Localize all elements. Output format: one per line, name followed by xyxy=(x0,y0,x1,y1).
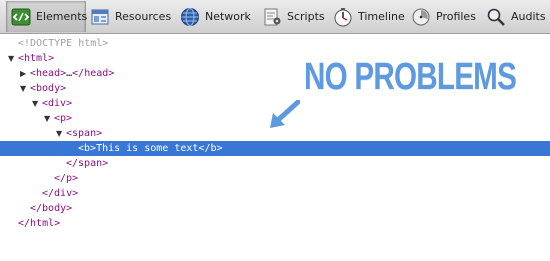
p-open-tag: <p> xyxy=(54,113,73,124)
tab-label: Profiles xyxy=(436,10,476,23)
b-text: This is some text xyxy=(96,143,199,154)
head-close-tag: </head> xyxy=(72,68,115,79)
tab-network[interactable]: Network xyxy=(180,1,254,32)
resources-icon xyxy=(91,9,109,24)
audits-icon xyxy=(487,8,505,26)
annotation-arrow-icon xyxy=(270,100,300,128)
collapsed-triangle-icon[interactable]: ▶ xyxy=(20,66,30,81)
body-close-tag: </body> xyxy=(30,203,73,214)
expanded-triangle-icon[interactable]: ▼ xyxy=(8,51,18,66)
tab-label: Elements xyxy=(36,10,88,23)
div-open-tag: <div> xyxy=(42,98,73,109)
tree-row-html-close[interactable]: </html> xyxy=(0,216,550,231)
p-close-tag: </p> xyxy=(54,173,79,184)
tab-label: Network xyxy=(205,10,251,23)
tree-row-div-close[interactable]: </div> xyxy=(0,186,550,201)
expanded-triangle-icon[interactable]: ▼ xyxy=(56,126,66,141)
tab-label: Resources xyxy=(115,10,172,23)
profiles-icon xyxy=(412,8,430,25)
elements-icon xyxy=(11,8,31,25)
html-close-tag: </html> xyxy=(18,218,61,229)
tab-resources[interactable]: Resources xyxy=(90,1,176,32)
tab-timeline[interactable]: Timeline xyxy=(333,1,405,32)
html-open-tag: <html> xyxy=(18,53,55,64)
div-close-tag: </div> xyxy=(42,188,79,199)
tab-profiles[interactable]: Profiles xyxy=(411,1,479,32)
tree-row-span-close[interactable]: </span> xyxy=(0,156,550,171)
expanded-triangle-icon[interactable]: ▼ xyxy=(44,111,54,126)
devtools-toolbar: Elements Resources Network Scripts Timel… xyxy=(0,0,550,34)
tree-row-p-close[interactable]: </p> xyxy=(0,171,550,186)
b-node: <b>This is some text</b> xyxy=(78,141,223,156)
doctype-node: <!DOCTYPE html> xyxy=(18,38,109,49)
timeline-icon xyxy=(334,7,352,26)
expanded-triangle-icon[interactable]: ▼ xyxy=(20,81,30,96)
annotation-text: NO PROBLEMS xyxy=(304,56,517,98)
network-icon xyxy=(181,7,199,26)
b-open-tag: <b> xyxy=(78,143,97,154)
expanded-triangle-icon[interactable]: ▼ xyxy=(32,96,42,111)
tab-label: Timeline xyxy=(358,10,405,23)
tree-row-b-selected[interactable]: <b>This is some text</b> xyxy=(0,141,550,156)
tab-audits[interactable]: Audits xyxy=(486,1,550,32)
tab-label: Audits xyxy=(511,10,546,23)
tab-label: Scripts xyxy=(287,10,325,23)
span-open-tag: <span> xyxy=(66,128,103,139)
head-open-tag: <head> xyxy=(30,68,67,79)
tab-scripts[interactable]: Scripts xyxy=(262,1,328,32)
tab-elements[interactable]: Elements xyxy=(6,1,88,32)
head-node: <head>…</head> xyxy=(30,66,114,81)
tree-row-body-close[interactable]: </body> xyxy=(0,201,550,216)
b-close-tag: </b> xyxy=(198,143,223,154)
body-open-tag: <body> xyxy=(30,83,67,94)
scripts-icon xyxy=(264,8,281,25)
span-close-tag: </span> xyxy=(66,158,109,169)
tree-row-doctype[interactable]: <!DOCTYPE html> xyxy=(0,36,550,51)
